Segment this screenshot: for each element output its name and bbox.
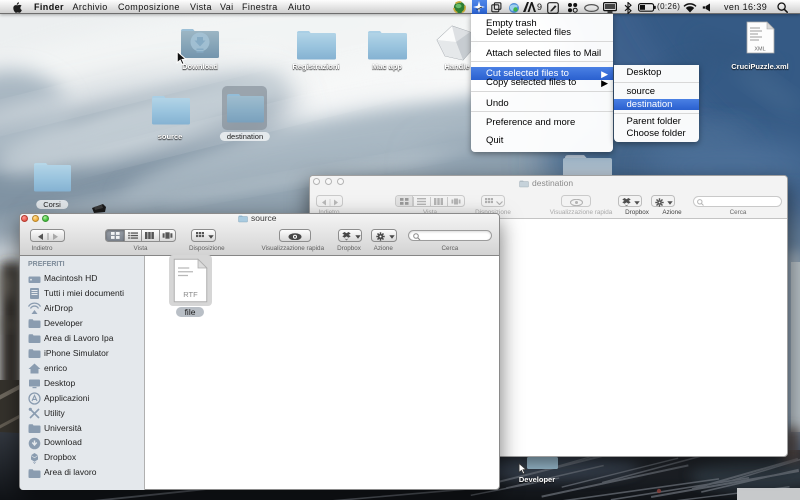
svg-text:XML: XML <box>754 47 765 53</box>
svg-text:RTF: RTF <box>183 290 198 299</box>
